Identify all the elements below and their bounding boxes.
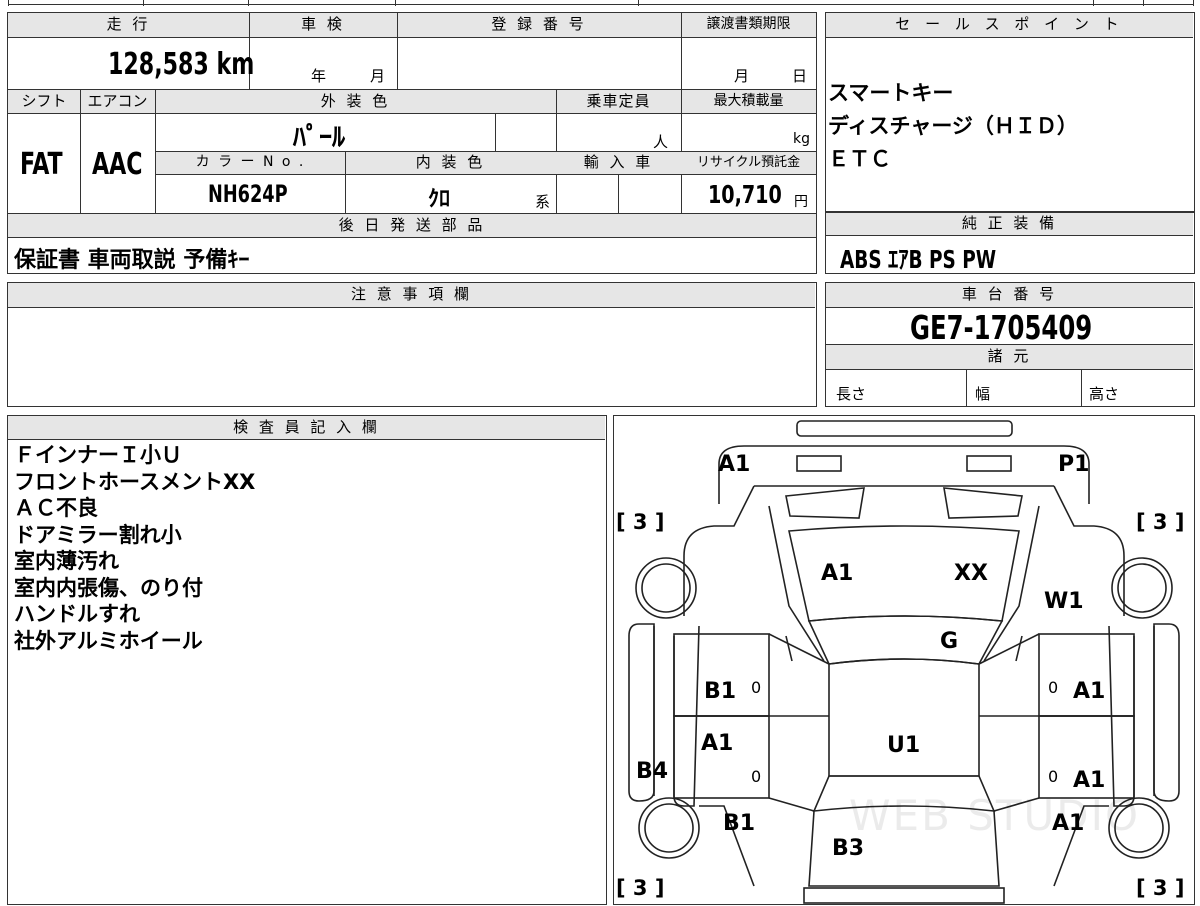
standard-equipment-box: 純 正 装 備 ABS ｴｱB PS PW (825, 212, 1195, 274)
inspector-note: フロントホースメントXX (14, 469, 256, 494)
later-parts-header: 後 日 発 送 部 品 (8, 214, 816, 237)
sales-point-item: ディスチャージ（ＨＩＤ） (828, 114, 1078, 138)
max-load-header: 最大積載量 (681, 90, 816, 113)
color-no-header: カ ラ ー N o . (156, 152, 345, 174)
interior-color-suffix: 系 (535, 193, 551, 211)
tire-mark-front-right: [ 3 ] (1136, 510, 1185, 534)
inspection-year-unit: 年 (311, 67, 327, 85)
mileage-header: 走 行 (8, 13, 249, 37)
inspector-note: 室内内張傷、のり付 (14, 575, 203, 600)
damage-label-windshield: G (940, 629, 959, 654)
damage-label-rear-door-right: A1 (1073, 768, 1106, 793)
handle-mark: 0 (1048, 678, 1059, 697)
exterior-color-header: 外 装 色 (155, 90, 556, 113)
inspector-note: 社外アルミホイール (14, 628, 203, 653)
handle-mark: 0 (751, 767, 762, 786)
tire-mark-rear-right: [ 3 ] (1136, 876, 1185, 900)
deadline-day-unit: 日 (792, 67, 808, 85)
tire-mark-rear-left: [ 3 ] (616, 876, 665, 900)
inspector-note: 室内薄汚れ (14, 549, 119, 573)
inspector-note: ＡＣ不良 (14, 496, 98, 520)
sales-points-box: セ ー ル ス ポ イ ン ト スマートキー ディスチャージ（ＨＩＤ） ＥＴＣ (825, 12, 1195, 212)
tire-mark-front-left: [ 3 ] (616, 510, 665, 534)
chassis-box: 車 台 番 号 GE7-1705409 諸 元 長さ 幅 高さ (825, 282, 1195, 407)
inspector-notes: ＦインナーＩ小Ｕ フロントホースメントXX ＡＣ不良 ドアミラー割れ小 室内薄汚… (14, 442, 594, 654)
shift-value: FAT (20, 147, 63, 182)
registration-header: 登 録 番 号 (397, 13, 681, 37)
aircon-value: AAC (92, 147, 143, 182)
damage-label-hood-right: XX (954, 561, 988, 586)
recycle-fee-header: リサイクル預託金 (681, 152, 816, 174)
sales-point-item: ＥＴＣ (828, 147, 891, 171)
spec-length-label: 長さ (836, 385, 867, 403)
handle-mark: 0 (751, 678, 762, 697)
chassis-value: GE7-1705409 (910, 308, 1093, 347)
sales-point-item: スマートキー (828, 81, 954, 105)
damage-label-front-right: P1 (1058, 452, 1090, 477)
damage-label-hood-left: A1 (821, 561, 854, 586)
deadline-month-unit: 月 (734, 67, 750, 85)
spec-height-label: 高さ (1089, 385, 1120, 403)
inspector-note: ＦインナーＩ小Ｕ (14, 443, 182, 467)
sales-points-list: スマートキー ディスチャージ（ＨＩＤ） ＥＴＣ (828, 77, 1188, 176)
exterior-color-value: ﾊﾟｰﾙ (293, 123, 346, 153)
damage-label-rocker-left: B4 (636, 759, 669, 784)
spec-width-label: 幅 (975, 385, 991, 403)
vehicle-info-table: 走 行 車 検 登 録 番 号 譲渡書類期限 128,583 km 年 月 月 … (7, 12, 817, 274)
damage-label-fender-right: W1 (1044, 589, 1084, 614)
shift-header: シフト (8, 90, 80, 113)
later-parts-value: 保証書 車両取説 予備ｷｰ (14, 248, 250, 273)
capacity-unit: 人 (653, 133, 669, 151)
standard-equipment-header: 純 正 装 備 (826, 213, 1193, 235)
standard-equipment-value: ABS ｴｱB PS PW (840, 245, 997, 274)
interior-color-header: 内 装 色 (345, 152, 556, 174)
damage-label-front-left: A1 (718, 452, 751, 477)
capacity-header: 乗車定員 (556, 90, 681, 113)
caution-header: 注 意 事 項 欄 (8, 283, 815, 307)
color-no-value: NH624P (208, 180, 288, 208)
top-strip (8, 0, 1194, 6)
inspector-header: 検 査 員 記 入 欄 (8, 416, 605, 439)
damage-label-rear-door-left: A1 (701, 731, 734, 756)
damage-label-rear-fender-left: B1 (723, 811, 756, 836)
transfer-deadline-header: 譲渡書類期限 (681, 13, 816, 37)
damage-label-front-door-right: A1 (1073, 679, 1106, 704)
sales-points-header: セ ー ル ス ポ イ ン ト (826, 13, 1193, 37)
inspection-header: 車 検 (249, 13, 397, 37)
mileage-value: 128,583 km (108, 47, 255, 82)
car-diagram-box: A1 P1 A1 XX W1 G B1 A1 A1 A1 U1 B4 B1 A1… (613, 415, 1195, 905)
aircon-header: エアコン (80, 90, 155, 113)
specs-header: 諸 元 (826, 345, 1193, 369)
handle-mark: 0 (1048, 767, 1059, 786)
inspection-month-unit: 月 (370, 67, 386, 85)
caution-box: 注 意 事 項 欄 (7, 282, 817, 407)
import-header: 輸 入 車 (556, 152, 681, 174)
inspector-note: ドアミラー割れ小 (14, 522, 182, 547)
damage-label-front-door-left: B1 (704, 679, 737, 704)
inspector-note: ハンドルすれ (14, 602, 140, 626)
damage-label-roof: U1 (887, 733, 921, 758)
chassis-header: 車 台 番 号 (826, 283, 1193, 307)
recycle-fee-value: 10,710 (708, 180, 782, 209)
recycle-fee-unit: 円 (794, 194, 808, 210)
interior-color-value: ｸﾛ (428, 187, 451, 212)
max-load-unit: kg (793, 131, 810, 147)
inspector-box: 検 査 員 記 入 欄 ＦインナーＩ小Ｕ フロントホースメントXX ＡＣ不良 ド… (7, 415, 607, 905)
watermark: WEB STUDIO (849, 791, 1141, 840)
